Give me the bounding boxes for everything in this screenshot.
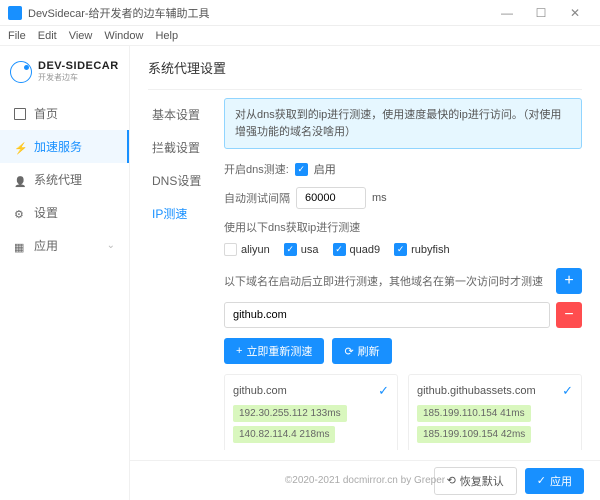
result-host: github.githubassets.com [417,385,536,397]
checkbox-icon: ✓ [394,243,407,256]
panel: 对从dns获取到的ip进行测速，使用速度最快的ip进行访问。（对使用增强功能的域… [220,90,582,450]
remove-domain-button[interactable]: − [556,302,582,328]
domain-input[interactable] [224,302,550,328]
provider-aliyun[interactable]: aliyun [224,243,270,256]
sidebar-item-accel[interactable]: 加速服务 [0,130,129,163]
provider-usa[interactable]: ✓ usa [284,243,319,256]
sidebar-item-settings[interactable]: 设置 [0,196,129,229]
sidebar-item-proxy[interactable]: 系统代理 [0,163,129,196]
dns-test-enabled-label: 启用 [314,161,336,177]
provider-label: usa [301,244,319,256]
menu-window[interactable]: Window [104,30,143,42]
interval-input[interactable] [296,187,366,209]
provider-label: rubyfish [411,244,450,256]
ping-result: 185.199.110.154 41ms [417,405,531,422]
menu-edit[interactable]: Edit [38,30,57,42]
check-icon: ✓ [378,383,389,399]
home-icon [14,108,26,120]
tab-dns[interactable]: DNS设置 [148,164,220,197]
copyright: ©2020-2021 docmirror.cn by Greper [285,475,445,486]
tab-basic[interactable]: 基本设置 [148,98,220,131]
dns-test-row: 开启dns测速: ✓ 启用 [224,161,582,177]
domain-input-row: − [224,302,582,328]
domains-label-row: 以下域名在启动后立即进行测速，其他域名在第一次访问时才测速 + [224,268,582,294]
checkbox-icon: ✓ [284,243,297,256]
dns-test-label: 开启dns测速: [224,161,289,177]
result-card: github.githubassets.com ✓ 185.199.110.154… [408,374,582,450]
minimize-button[interactable]: — [490,6,524,20]
apply-button[interactable]: ✓ 应用 [525,468,584,494]
dns-test-checkbox[interactable]: ✓ [295,163,308,176]
tabs: 基本设置 拦截设置 DNS设置 IP测速 [148,90,220,450]
titlebar: DevSidecar-给开发者的边车辅助工具 — ☐ ✕ [0,0,600,26]
add-domain-button[interactable]: + [556,268,582,294]
provider-rubyfish[interactable]: ✓ rubyfish [394,243,450,256]
sidebar-item-label: 首页 [34,105,58,122]
button-label: 立即重新测速 [246,343,312,359]
menu-file[interactable]: File [8,30,26,42]
reload-icon: ⟲ [447,474,456,487]
sidebar-item-home[interactable]: 首页 [0,97,129,130]
sidebar-item-label: 加速服务 [34,138,82,155]
button-label: 应用 [550,473,572,489]
providers: aliyun ✓ usa ✓ quad9 ✓ rubyfish [224,243,582,256]
main: DEV-SIDECAR 开发者边车 首页 加速服务 系统代理 设置 应用 ⌄ 系统… [0,46,600,500]
interval-label: 自动测试间隔 [224,190,290,206]
gear-icon [14,207,26,219]
ping-result: 192.30.255.112 133ms [233,405,347,422]
provider-label: aliyun [241,244,270,256]
provider-label: quad9 [350,244,381,256]
button-label: 刷新 [358,343,380,359]
provider-quad9[interactable]: ✓ quad9 [333,243,381,256]
plus-icon: + [236,345,242,357]
reset-button[interactable]: ⟲ 恢复默认 [434,467,517,495]
sidebar-item-label: 设置 [34,204,58,221]
check-icon: ✓ [562,383,573,399]
refresh-button[interactable]: ⟳ 刷新 [332,338,391,364]
interval-row: 自动测试间隔 ms [224,187,582,209]
info-alert: 对从dns获取到的ip进行测速，使用速度最快的ip进行访问。（对使用增强功能的域… [224,98,582,149]
tab-ipspeed[interactable]: IP测速 [148,197,220,230]
brand-name: DEV-SIDECAR [38,60,119,72]
logo: DEV-SIDECAR 开发者边车 [0,56,129,97]
logo-icon [10,61,32,83]
ping-result: 140.82.114.4 218ms [233,426,335,443]
menubar: File Edit View Window Help [0,26,600,46]
menu-view[interactable]: View [69,30,93,42]
button-label: 恢复默认 [460,473,504,489]
ping-result: 185.199.109.154 42ms [417,426,531,443]
providers-label: 使用以下dns获取ip进行测速 [224,219,582,235]
interval-unit: ms [372,192,387,204]
sidebar: DEV-SIDECAR 开发者边车 首页 加速服务 系统代理 设置 应用 ⌄ [0,46,130,500]
menu-help[interactable]: Help [155,30,178,42]
refresh-icon: ⟳ [344,345,353,358]
result-host: github.com [233,385,287,397]
tab-intercept[interactable]: 拦截设置 [148,131,220,164]
sidebar-item-label: 系统代理 [34,171,82,188]
content: 系统代理设置 基本设置 拦截设置 DNS设置 IP测速 对从dns获取到的ip进… [130,46,600,500]
close-button[interactable]: ✕ [558,6,592,20]
bolt-icon [14,141,26,153]
chevron-down-icon: ⌄ [107,240,115,251]
checkbox-icon: ✓ [333,243,346,256]
result-cards: github.com ✓ 192.30.255.112 133ms 140.82.… [224,374,582,450]
check-icon: ✓ [537,474,546,487]
sidebar-item-apps[interactable]: 应用 ⌄ [0,229,129,262]
maximize-button[interactable]: ☐ [524,6,558,20]
grid-icon [14,240,26,252]
page-title: 系统代理设置 [148,58,582,77]
footer: ©2020-2021 docmirror.cn by Greper ⟲恢复默认 … [130,460,600,500]
checkbox-icon [224,243,237,256]
app-icon [8,6,22,20]
sidebar-item-label: 应用 [34,237,58,254]
user-icon [14,174,26,186]
result-card: github.com ✓ 192.30.255.112 133ms 140.82.… [224,374,398,450]
brand-sub: 开发者边车 [38,72,119,83]
retest-button[interactable]: + 立即重新测速 [224,338,324,364]
window-title: DevSidecar-给开发者的边车辅助工具 [28,5,490,21]
domains-label: 以下域名在启动后立即进行测速，其他域名在第一次访问时才测速 [224,273,550,289]
action-buttons: + 立即重新测速 ⟳ 刷新 [224,338,582,364]
